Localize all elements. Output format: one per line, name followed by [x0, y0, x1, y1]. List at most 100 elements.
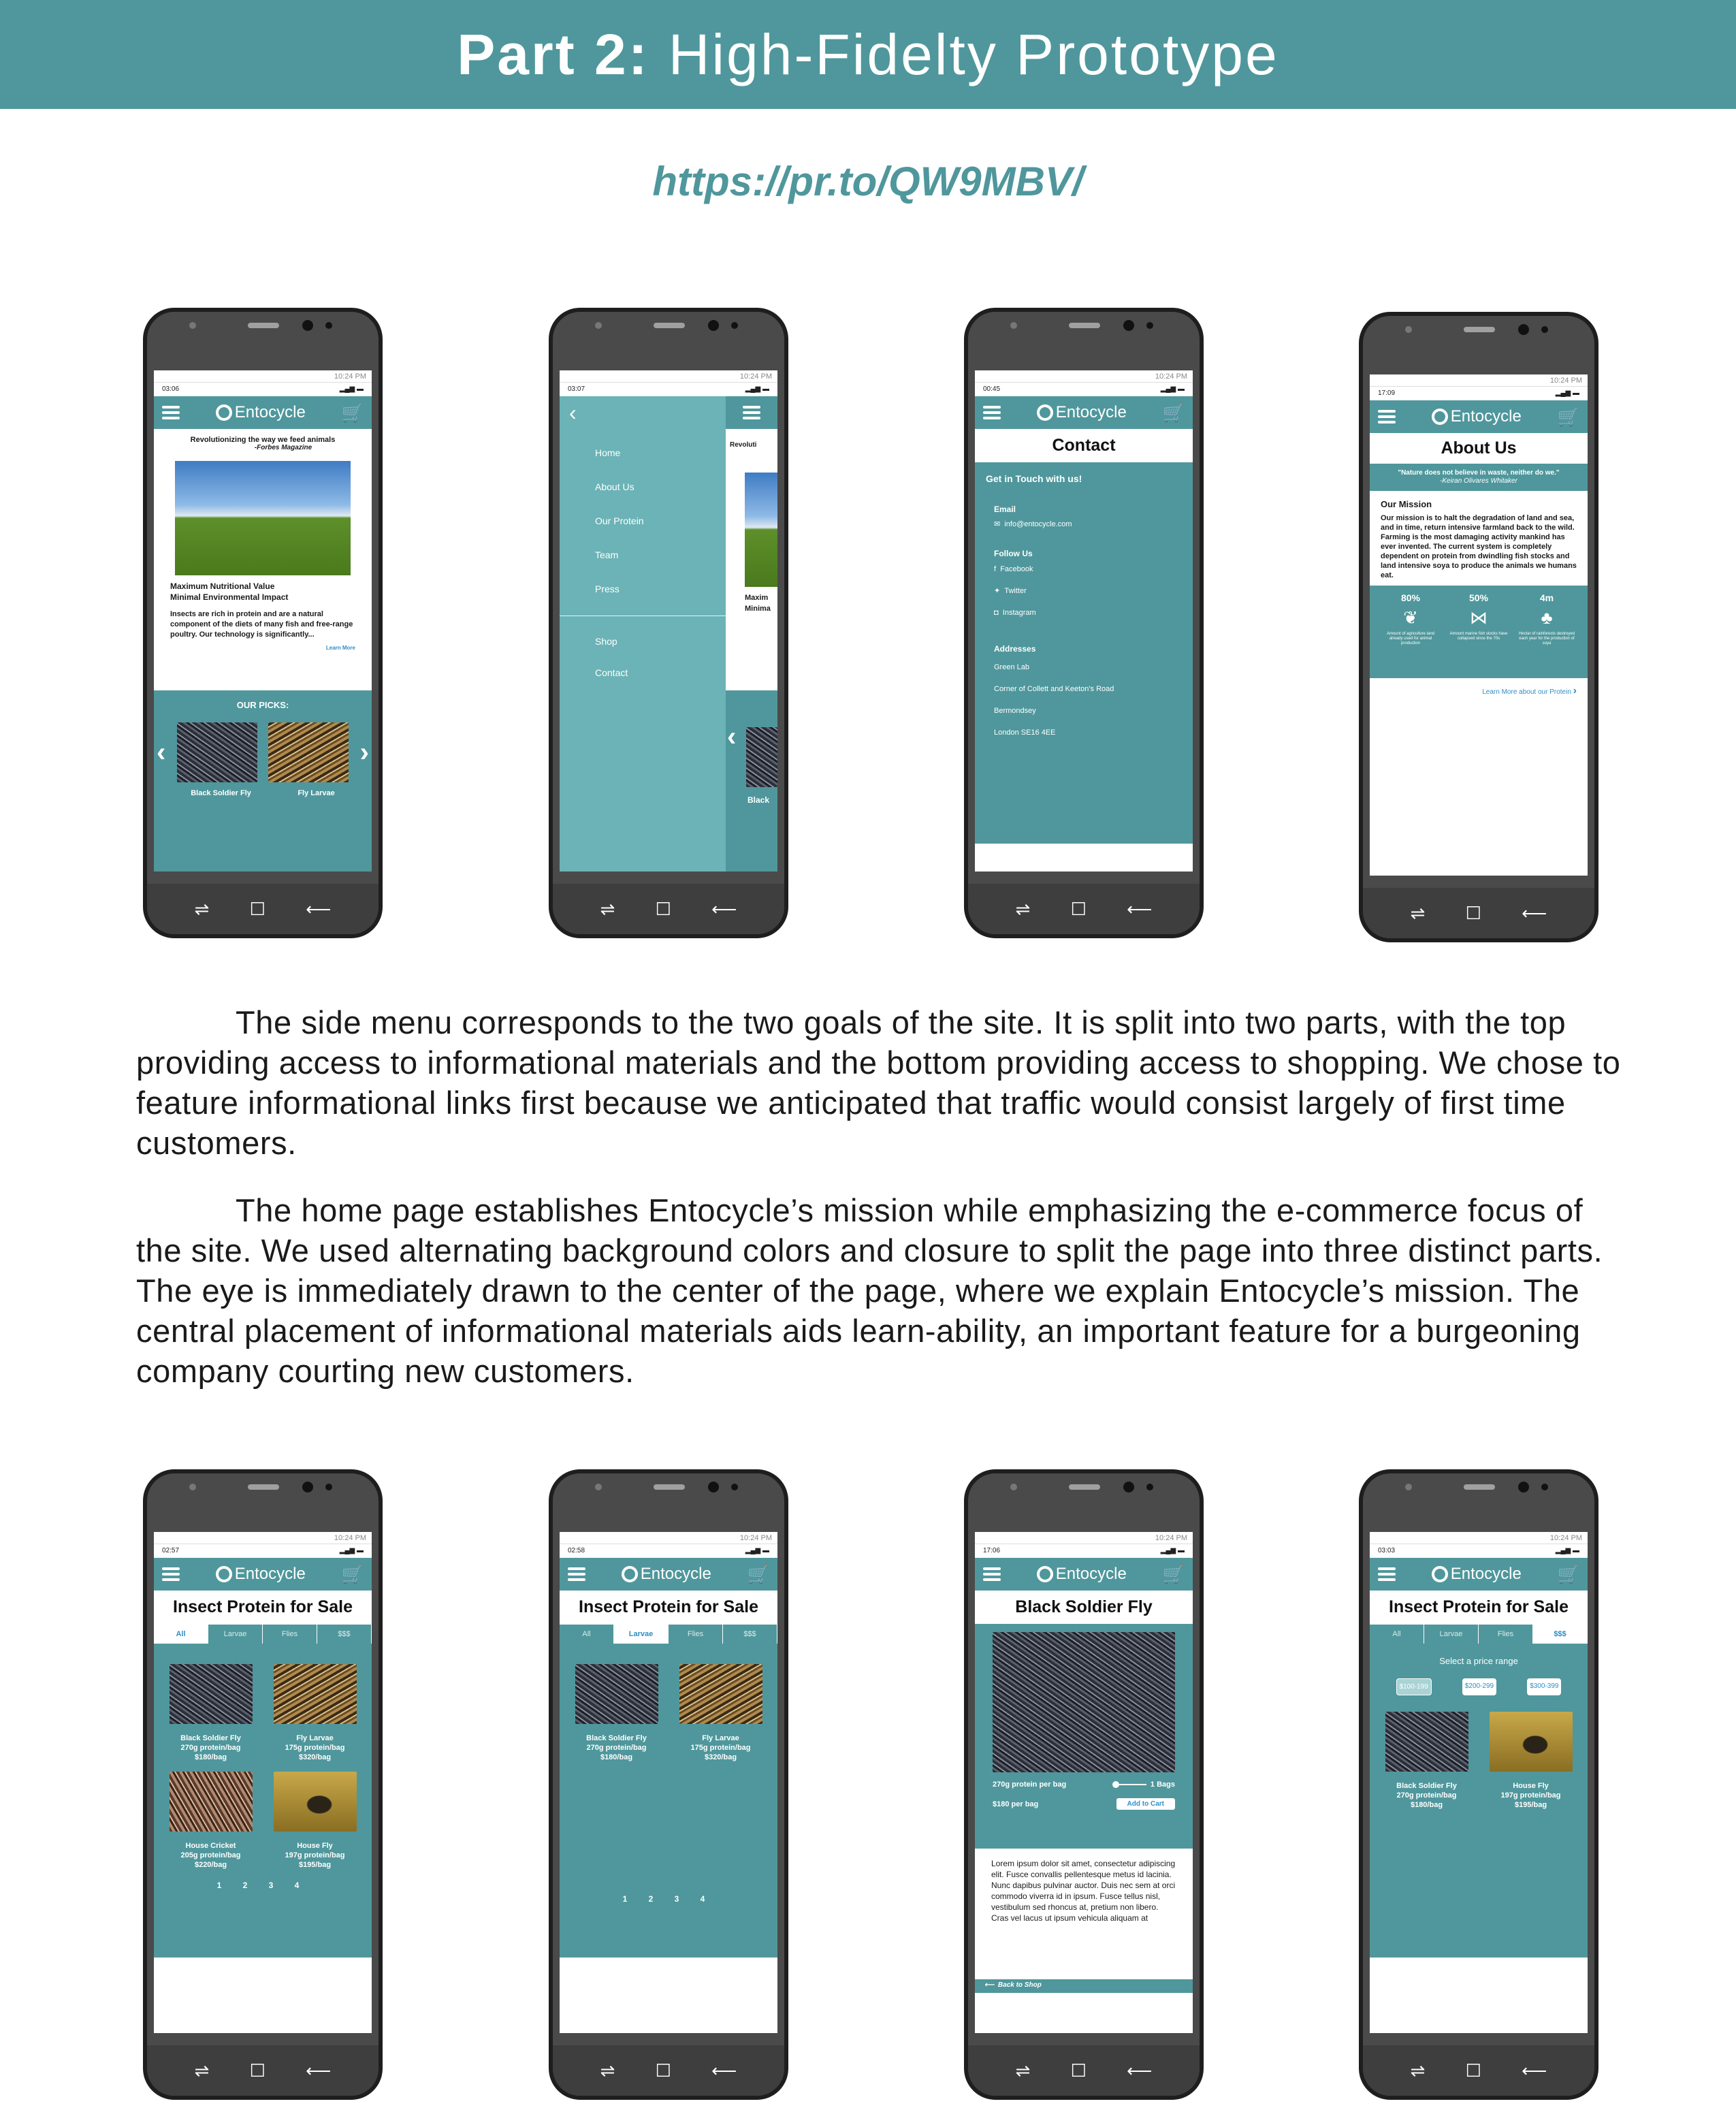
tab-larvae[interactable]: Larvae: [1424, 1625, 1479, 1644]
recents-icon[interactable]: ⇌: [195, 899, 210, 920]
recents-icon[interactable]: ⇌: [1016, 2060, 1031, 2081]
price-range-chip[interactable]: $200-299: [1462, 1678, 1497, 1695]
logo[interactable]: Entocycle: [1431, 1565, 1522, 1584]
logo[interactable]: Entocycle: [215, 1565, 306, 1584]
product-card[interactable]: House Fly 197g protein/bag $195/bag: [1482, 1712, 1579, 1810]
add-to-cart-button[interactable]: Add to Cart: [1116, 1798, 1175, 1810]
social-link[interactable]: Facebook: [1000, 565, 1033, 573]
pick-label[interactable]: Black Soldier Fly: [191, 789, 251, 797]
logo[interactable]: Entocycle: [215, 403, 306, 422]
product-card[interactable]: Fly Larvae 175g protein/bag $320/bag: [672, 1664, 769, 1762]
social-link[interactable]: Instagram: [1003, 609, 1036, 617]
product-image[interactable]: [575, 1664, 658, 1724]
menu-icon[interactable]: [162, 406, 180, 419]
email-link[interactable]: info@entocycle.com: [1004, 520, 1072, 528]
product-image[interactable]: [169, 1664, 253, 1724]
logo[interactable]: Entocycle: [621, 1565, 711, 1584]
tab-larvae[interactable]: Larvae: [614, 1625, 669, 1644]
price-range-chip[interactable]: $100-199: [1396, 1678, 1432, 1695]
pick-image-bsf[interactable]: [176, 722, 257, 782]
tab-all[interactable]: All: [154, 1625, 208, 1644]
product-card[interactable]: Black Soldier Fly 270g protein/bag $180/ba…: [568, 1664, 665, 1762]
back-icon[interactable]: ⟵: [1522, 903, 1547, 924]
home-icon[interactable]: ☐: [250, 2060, 266, 2081]
cart-icon[interactable]: 🛒: [1558, 1564, 1579, 1585]
tab-flies[interactable]: Flies: [1479, 1625, 1533, 1644]
prototype-link[interactable]: https://pr.to/QW9MBV/: [0, 158, 1736, 205]
product-image[interactable]: [169, 1772, 253, 1832]
close-menu-icon[interactable]: ‹: [560, 396, 726, 429]
logo[interactable]: Entocycle: [1036, 1565, 1127, 1584]
cart-icon[interactable]: 🛒: [748, 1564, 769, 1585]
tab-price[interactable]: $$$: [1533, 1625, 1588, 1644]
menu-item[interactable]: About Us: [595, 470, 726, 504]
menu-icon[interactable]: [983, 406, 1001, 419]
home-icon[interactable]: ☐: [656, 899, 671, 920]
cart-icon[interactable]: 🛒: [342, 1564, 364, 1585]
price-range-chip[interactable]: $300-399: [1527, 1678, 1562, 1695]
tab-all[interactable]: All: [1370, 1625, 1424, 1644]
learn-more-link[interactable]: Learn More: [170, 643, 355, 654]
product-image[interactable]: [273, 1772, 357, 1832]
tab-price[interactable]: $$$: [723, 1625, 777, 1644]
back-icon[interactable]: ⟵: [711, 2060, 737, 2081]
menu-item[interactable]: Press: [595, 572, 726, 606]
learn-more-protein-link[interactable]: Learn More about our Protein: [1482, 688, 1571, 696]
recents-icon[interactable]: ⇌: [600, 2060, 615, 2081]
cart-icon[interactable]: 🛒: [1163, 402, 1185, 424]
recents-icon[interactable]: ⇌: [1016, 899, 1031, 920]
product-image[interactable]: [1385, 1712, 1468, 1772]
menu-icon[interactable]: [1378, 410, 1396, 424]
tab-flies[interactable]: Flies: [669, 1625, 723, 1644]
menu-icon[interactable]: [568, 1567, 585, 1581]
product-card[interactable]: Black Soldier Fly 270g protein/bag $180/ba…: [162, 1664, 259, 1762]
pick-image-bsf[interactable]: [746, 727, 777, 787]
home-icon[interactable]: ☐: [1466, 2060, 1481, 2081]
recents-icon[interactable]: ⇌: [1411, 903, 1426, 924]
menu-item[interactable]: Team: [595, 538, 726, 572]
pagination[interactable]: 1 2 3 4: [560, 1894, 777, 1904]
product-image[interactable]: [1489, 1712, 1573, 1772]
recents-icon[interactable]: ⇌: [195, 2060, 210, 2081]
recents-icon[interactable]: ⇌: [600, 899, 615, 920]
back-to-shop-link[interactable]: Back to Shop: [998, 1981, 1042, 1989]
pagination[interactable]: 1 2 3 4: [154, 1881, 372, 1890]
menu-icon[interactable]: [743, 406, 760, 419]
menu-item[interactable]: Shop: [595, 626, 726, 657]
cart-icon[interactable]: 🛒: [1163, 1564, 1185, 1585]
prev-arrow-icon[interactable]: ‹: [727, 722, 736, 752]
home-icon[interactable]: ☐: [1071, 899, 1087, 920]
menu-item[interactable]: Contact: [595, 657, 726, 688]
quantity-slider[interactable]: [1119, 1784, 1146, 1785]
menu-icon[interactable]: [162, 1567, 180, 1581]
back-icon[interactable]: ⟵: [1522, 2060, 1547, 2081]
back-icon[interactable]: ⟵: [306, 2060, 331, 2081]
pick-label[interactable]: Fly Larvae: [298, 789, 334, 797]
product-card[interactable]: House Fly 197g protein/bag $195/bag: [266, 1772, 364, 1870]
menu-item[interactable]: Our Protein: [595, 504, 726, 538]
home-icon[interactable]: ☐: [1071, 2060, 1087, 2081]
tab-price[interactable]: $$$: [317, 1625, 372, 1644]
product-image[interactable]: [273, 1664, 357, 1724]
back-icon[interactable]: ⟵: [711, 899, 737, 920]
home-icon[interactable]: ☐: [250, 899, 266, 920]
pick-image-larvae[interactable]: [268, 722, 349, 782]
tab-all[interactable]: All: [560, 1625, 614, 1644]
tab-larvae[interactable]: Larvae: [208, 1625, 263, 1644]
logo[interactable]: Entocycle: [1036, 403, 1127, 422]
home-icon[interactable]: ☐: [1466, 903, 1481, 924]
cart-icon[interactable]: 🛒: [342, 402, 364, 424]
recents-icon[interactable]: ⇌: [1411, 2060, 1426, 2081]
back-icon[interactable]: ⟵: [1127, 899, 1152, 920]
next-arrow-icon[interactable]: ›: [360, 737, 369, 768]
product-card[interactable]: House Cricket 205g protein/bag $220/bag: [162, 1772, 259, 1870]
arrow-left-icon[interactable]: ⟵: [984, 1981, 994, 1989]
product-card[interactable]: Black Soldier Fly 270g protein/bag $180/ba…: [1378, 1712, 1475, 1810]
slider-handle[interactable]: [1112, 1781, 1119, 1788]
menu-item[interactable]: Home: [595, 436, 726, 470]
prev-arrow-icon[interactable]: ‹: [157, 737, 165, 768]
menu-icon[interactable]: [983, 1567, 1001, 1581]
product-image[interactable]: [679, 1664, 762, 1724]
tab-flies[interactable]: Flies: [263, 1625, 317, 1644]
back-icon[interactable]: ⟵: [306, 899, 331, 920]
